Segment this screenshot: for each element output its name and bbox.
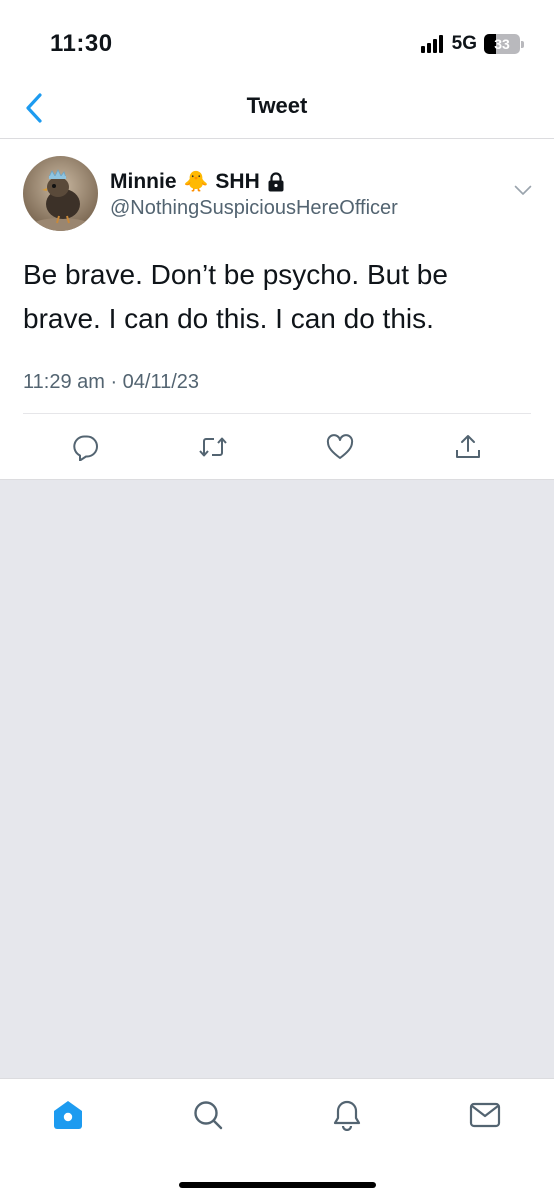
chick-emoji-icon: 🐥 xyxy=(183,171,209,193)
avatar[interactable] xyxy=(23,156,98,231)
tab-messages[interactable] xyxy=(465,1095,505,1135)
heart-icon xyxy=(326,434,354,459)
author-name-row[interactable]: Minnie 🐥 SHH xyxy=(110,169,285,194)
bell-icon xyxy=(333,1100,361,1131)
envelope-icon xyxy=(469,1102,501,1128)
tab-home[interactable] xyxy=(48,1095,88,1135)
tab-notifications[interactable] xyxy=(327,1095,367,1135)
lock-icon xyxy=(268,171,284,191)
author-handle: @NothingSuspiciousHereOfficer xyxy=(110,197,398,219)
battery-percent: 33 xyxy=(494,36,510,52)
network-type: 5G xyxy=(451,33,477,54)
status-bar: 11:30 5G 33 xyxy=(0,0,554,80)
more-options-button[interactable] xyxy=(514,183,532,201)
status-indicators: 5G 33 xyxy=(420,30,524,58)
tab-search[interactable] xyxy=(188,1095,228,1135)
retweet-icon xyxy=(199,437,227,457)
like-button[interactable] xyxy=(320,427,360,467)
battery-cap xyxy=(521,40,524,48)
tweet-actions xyxy=(0,427,554,467)
status-time: 11:30 xyxy=(50,30,113,57)
author-name: Minnie xyxy=(110,169,177,193)
author-suffix: SHH xyxy=(215,169,260,193)
tweet-text: Be brave. Don’t be psycho. But be brave.… xyxy=(23,259,448,334)
retweet-button[interactable] xyxy=(193,427,233,467)
chevron-down-icon xyxy=(514,185,532,195)
share-button[interactable] xyxy=(448,427,488,467)
home-icon xyxy=(54,1101,82,1129)
share-icon xyxy=(456,435,480,458)
battery-icon: 33 xyxy=(484,34,520,54)
home-indicator xyxy=(179,1182,376,1188)
reply-icon xyxy=(73,435,98,461)
reply-button[interactable] xyxy=(66,427,106,467)
chick-avatar-image xyxy=(23,156,98,231)
page-title: Tweet xyxy=(246,93,308,118)
signal-icon xyxy=(420,35,445,53)
nav-header: Tweet xyxy=(0,80,554,139)
search-icon xyxy=(194,1101,223,1130)
tweet-timestamp: 11:29 am · 04/11/23 xyxy=(23,371,200,393)
tweet-detail: Minnie 🐥 SHH @NothingSuspiciousHereOffic… xyxy=(0,139,554,480)
divider xyxy=(23,413,531,414)
